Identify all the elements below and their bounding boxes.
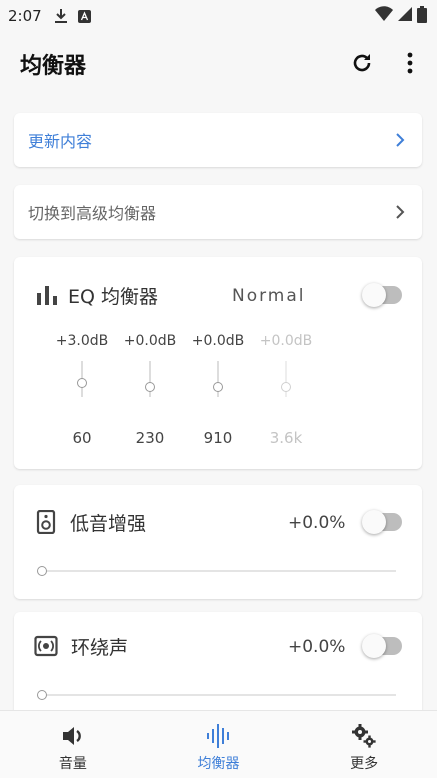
chevron-right-icon <box>396 133 405 147</box>
bass-boost-title: 低音增强 <box>70 512 147 535</box>
nav-item-equalizer[interactable]: 均衡器 <box>146 711 292 778</box>
chevron-right-icon <box>396 205 405 219</box>
surround-card: 环绕声 +0.0% <box>14 612 422 722</box>
band-thumb[interactable] <box>145 382 155 392</box>
eq-band[interactable]: +0.0dB 910 <box>183 333 253 447</box>
eq-header: EQ 均衡器 <box>36 275 158 315</box>
nav-label-more: 更多 <box>350 756 379 772</box>
signal-icon <box>397 6 413 27</box>
surround-toggle[interactable] <box>362 634 402 658</box>
band-thumb[interactable] <box>213 382 223 392</box>
nav-item-volume[interactable]: 音量 <box>0 711 146 778</box>
bass-boost-toggle[interactable] <box>362 510 402 534</box>
bar-chart-icon <box>37 286 57 305</box>
page-title: 均衡器 <box>20 54 87 79</box>
refresh-button[interactable] <box>349 50 375 76</box>
wifi-icon <box>375 6 393 27</box>
app-notification-icon <box>77 9 91 23</box>
surround-header: 环绕声 <box>34 626 128 666</box>
surround-sound-icon <box>34 635 58 657</box>
nav-label-equalizer: 均衡器 <box>197 756 240 772</box>
nav-label-volume: 音量 <box>58 756 87 772</box>
bass-boost-slider-thumb[interactable] <box>37 566 47 576</box>
download-icon <box>54 8 68 24</box>
speaker-icon <box>36 510 56 534</box>
nav-item-more[interactable]: 更多 <box>291 711 437 778</box>
update-content-row[interactable]: 更新内容 <box>14 113 422 167</box>
eq-toggle[interactable] <box>362 283 402 307</box>
surround-title: 环绕声 <box>71 636 129 659</box>
more-vertical-icon <box>407 52 413 74</box>
status-time: 2:07 <box>8 7 42 25</box>
volume-icon <box>60 723 86 749</box>
eq-title: EQ 均衡器 <box>68 285 158 308</box>
band-thumb[interactable] <box>77 378 87 388</box>
surround-slider-thumb[interactable] <box>37 690 47 700</box>
advanced-equalizer-label: 切换到高级均衡器 <box>28 204 157 223</box>
surround-slider-track[interactable] <box>44 694 396 696</box>
gears-icon <box>351 723 377 749</box>
bass-boost-card: 低音增强 +0.0% <box>14 485 422 599</box>
bass-boost-header: 低音增强 <box>36 502 146 542</box>
status-bar: 2:07 <box>0 0 437 32</box>
eq-preset-selector[interactable]: Normal <box>232 286 306 306</box>
battery-icon <box>417 6 427 27</box>
equalizer-icon <box>206 723 232 749</box>
advanced-equalizer-row[interactable]: 切换到高级均衡器 <box>14 185 422 239</box>
band-thumb <box>281 382 291 392</box>
surround-value: +0.0% <box>288 637 346 657</box>
bottom-navigation: 音量 均衡器 更多 <box>0 710 437 778</box>
eq-band: +0.0dB 3.6k <box>259 333 313 447</box>
refresh-icon <box>353 54 371 72</box>
eq-card: EQ 均衡器 Normal +3.0dB 60 +0.0dB 230 +0.0d… <box>14 257 422 469</box>
update-content-label: 更新内容 <box>28 132 93 151</box>
eq-band[interactable]: +0.0dB 230 <box>115 333 185 447</box>
eq-band[interactable]: +3.0dB 60 <box>47 333 117 447</box>
bass-boost-slider-track[interactable] <box>44 570 396 572</box>
bass-boost-value: +0.0% <box>288 513 346 533</box>
more-options-button[interactable] <box>397 50 423 76</box>
app-bar: 均衡器 <box>0 40 437 88</box>
